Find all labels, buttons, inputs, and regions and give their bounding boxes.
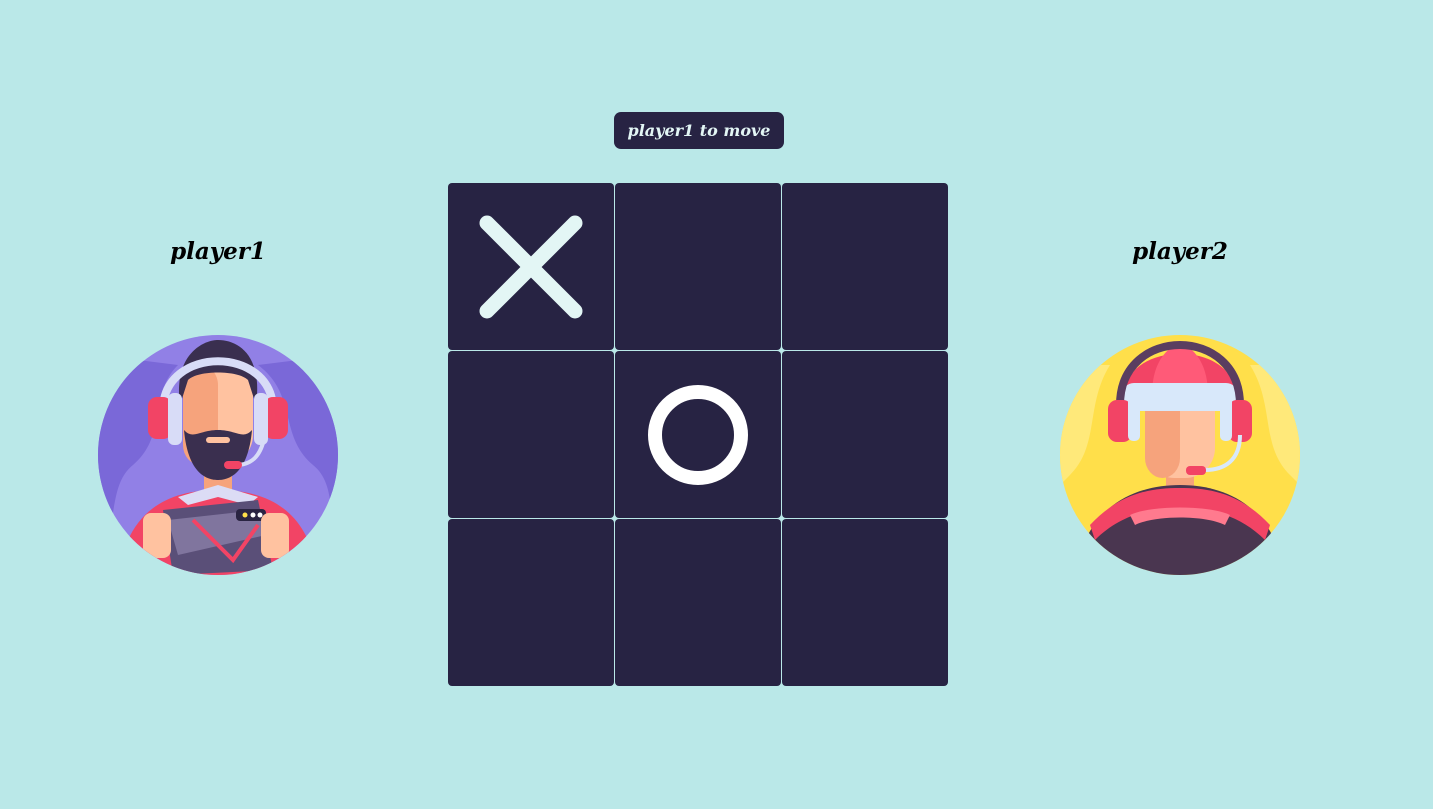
player1-name: player1	[170, 238, 266, 265]
board-cell-1-1[interactable]	[615, 351, 781, 518]
gamer-red-cap-headset-avatar-icon	[1060, 335, 1300, 575]
board-cell-0-0[interactable]	[448, 183, 614, 350]
turn-status-text: player1 to move	[627, 121, 771, 140]
game-board	[448, 183, 950, 686]
player2-avatar	[1060, 325, 1300, 575]
gamer-bearded-headset-avatar-icon	[98, 335, 338, 575]
turn-status-badge: player1 to move	[614, 112, 784, 149]
board-cell-1-0[interactable]	[448, 351, 614, 518]
o-mark-icon	[646, 383, 750, 487]
player1-avatar	[98, 325, 338, 575]
player2-name: player2	[1132, 238, 1228, 265]
board-cell-2-1[interactable]	[615, 519, 781, 686]
board-cell-1-2[interactable]	[782, 351, 948, 518]
x-mark-icon	[479, 215, 583, 319]
board-cell-0-1[interactable]	[615, 183, 781, 350]
board-cell-0-2[interactable]	[782, 183, 948, 350]
board-cell-2-2[interactable]	[782, 519, 948, 686]
board-cell-2-0[interactable]	[448, 519, 614, 686]
